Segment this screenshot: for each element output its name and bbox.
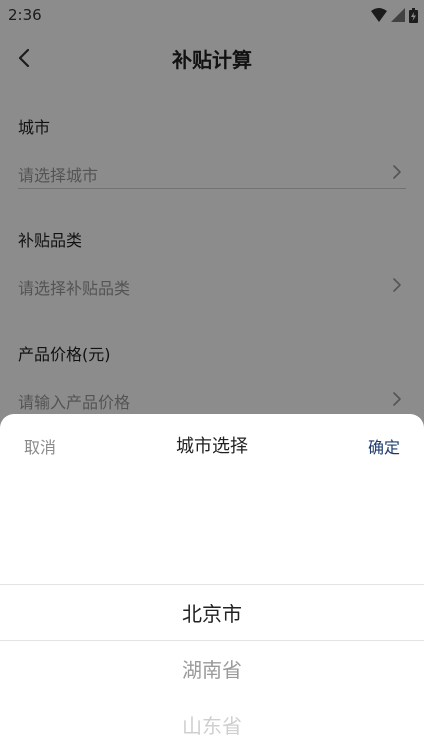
city-picker-sheet: 取消 城市选择 确定 北京市 湖南省 山东省 <box>0 414 424 753</box>
confirm-button[interactable]: 确定 <box>368 434 400 458</box>
picker-option-selected[interactable]: 北京市 <box>0 598 424 627</box>
picker-selection-line-bottom <box>0 640 424 641</box>
sheet-title: 城市选择 <box>176 436 248 457</box>
picker-option[interactable]: 山东省 <box>0 710 424 739</box>
picker-option[interactable]: 湖南省 <box>0 654 424 683</box>
picker-selection-line-top <box>0 584 424 585</box>
